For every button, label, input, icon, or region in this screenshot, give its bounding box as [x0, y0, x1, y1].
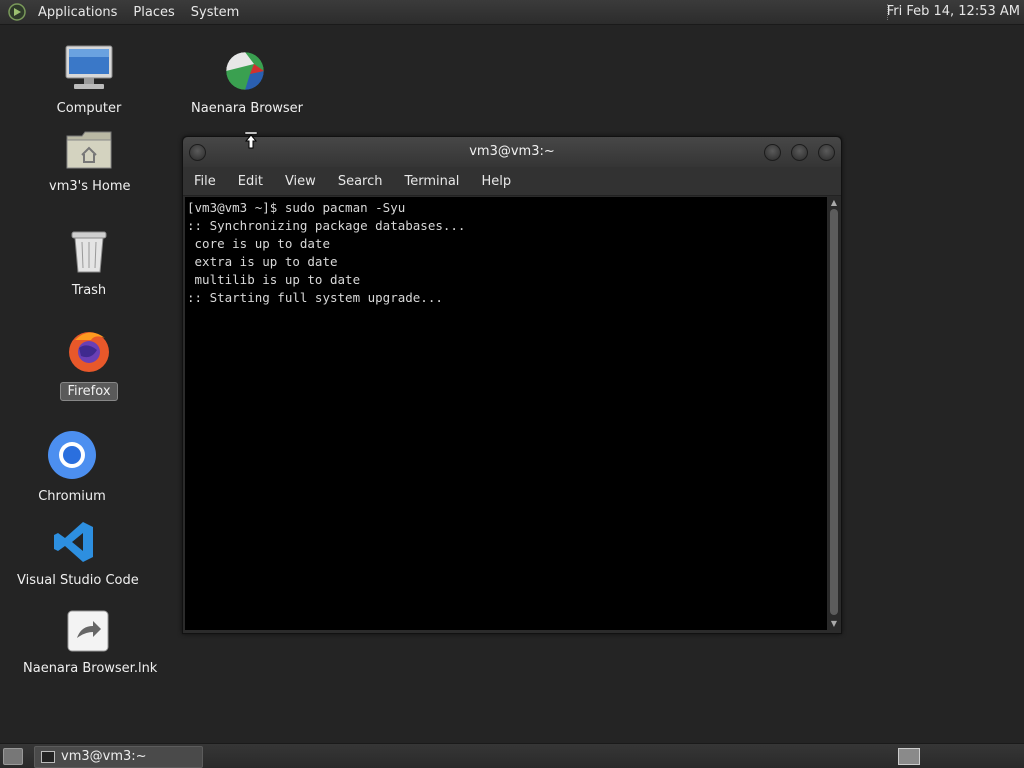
menu-file[interactable]: File: [183, 174, 227, 189]
menu-help[interactable]: Help: [470, 174, 522, 189]
mouse-cursor-icon: [244, 132, 258, 149]
terminal-line: multilib is up to date: [187, 272, 361, 287]
home-label: vm3's Home: [49, 179, 131, 194]
terminal-output[interactable]: [vm3@vm3 ~]$ sudo pacman -Syu:: Synchron…: [185, 197, 827, 630]
scroll-thumb[interactable]: [830, 209, 838, 615]
terminal-line: [vm3@vm3 ~]$ sudo pacman -Syu: [187, 200, 406, 215]
naenara-label: Naenara Browser: [191, 101, 304, 116]
vscode-label: Visual Studio Code: [17, 573, 139, 588]
bottom-panel: vm3@vm3:~: [0, 743, 1024, 768]
terminal-line: :: Synchronizing package databases...: [187, 218, 466, 233]
menu-edit[interactable]: Edit: [227, 174, 274, 189]
desktop-icon-naenara-lnk[interactable]: Naenara Browser.lnk: [20, 610, 158, 677]
shortcut-file-icon: [67, 610, 109, 652]
firefox-icon: [69, 332, 109, 372]
naenara-lnk-label: Naenara Browser.lnk: [23, 661, 158, 676]
desktop-icon-home[interactable]: vm3's Home: [46, 130, 132, 195]
terminal-task-icon: [41, 750, 55, 763]
chromium-label: Chromium: [38, 489, 106, 504]
chromium-icon: [48, 431, 96, 479]
workspace-switcher[interactable]: [898, 748, 920, 765]
close-button[interactable]: [818, 144, 835, 161]
terminal-line: :: Starting full system upgrade...: [187, 290, 443, 305]
scroll-down-arrow-icon[interactable]: ▼: [829, 619, 839, 629]
computer-icon: [65, 45, 113, 89]
terminal-menubar: File Edit View Search Terminal Help: [183, 167, 841, 196]
menu-view[interactable]: View: [274, 174, 327, 189]
home-folder-icon: [66, 131, 112, 169]
terminal-line: core is up to date: [187, 236, 330, 251]
terminal-titlebar[interactable]: vm3@vm3:~: [183, 137, 841, 167]
distro-logo-icon[interactable]: [8, 3, 26, 21]
menu-terminal[interactable]: Terminal: [393, 174, 470, 189]
desktop-icon-chromium[interactable]: Chromium: [34, 430, 110, 505]
system-menu[interactable]: System: [183, 5, 247, 20]
desktop-icon-vscode[interactable]: Visual Studio Code: [14, 520, 139, 589]
task-label: vm3@vm3:~: [61, 749, 147, 764]
terminal-scrollbar[interactable]: ▲ ▼: [828, 197, 840, 630]
computer-label: Computer: [56, 101, 122, 116]
top-panel: Applications Places System Fri Feb 14, 1…: [0, 0, 1024, 25]
taskbar-button-terminal[interactable]: vm3@vm3:~: [34, 746, 203, 768]
trash-icon: [71, 231, 107, 273]
terminal-line: extra is up to date: [187, 254, 338, 269]
window-menu-button[interactable]: [189, 144, 206, 161]
menu-search[interactable]: Search: [327, 174, 394, 189]
applications-menu[interactable]: Applications: [30, 5, 125, 20]
clock[interactable]: Fri Feb 14, 12:53 AM: [887, 4, 1020, 19]
desktop-icon-computer[interactable]: Computer: [50, 44, 128, 117]
desktop-icon-trash[interactable]: Trash: [60, 230, 118, 299]
minimize-button[interactable]: [764, 144, 781, 161]
terminal-window[interactable]: vm3@vm3:~ File Edit View Search Terminal…: [182, 136, 842, 634]
trash-label: Trash: [71, 283, 107, 298]
desktop-icon-naenara-browser[interactable]: Naenara Browser: [188, 50, 304, 117]
show-desktop-icon[interactable]: [3, 748, 23, 765]
maximize-button[interactable]: [791, 144, 808, 161]
vscode-icon: [54, 522, 93, 562]
firefox-label: Firefox: [60, 382, 118, 401]
desktop-icon-firefox[interactable]: Firefox: [60, 326, 118, 401]
places-menu[interactable]: Places: [125, 5, 182, 20]
window-title: vm3@vm3:~: [469, 144, 555, 159]
scroll-up-arrow-icon[interactable]: ▲: [829, 198, 839, 208]
naenara-globe-icon: [225, 51, 265, 91]
